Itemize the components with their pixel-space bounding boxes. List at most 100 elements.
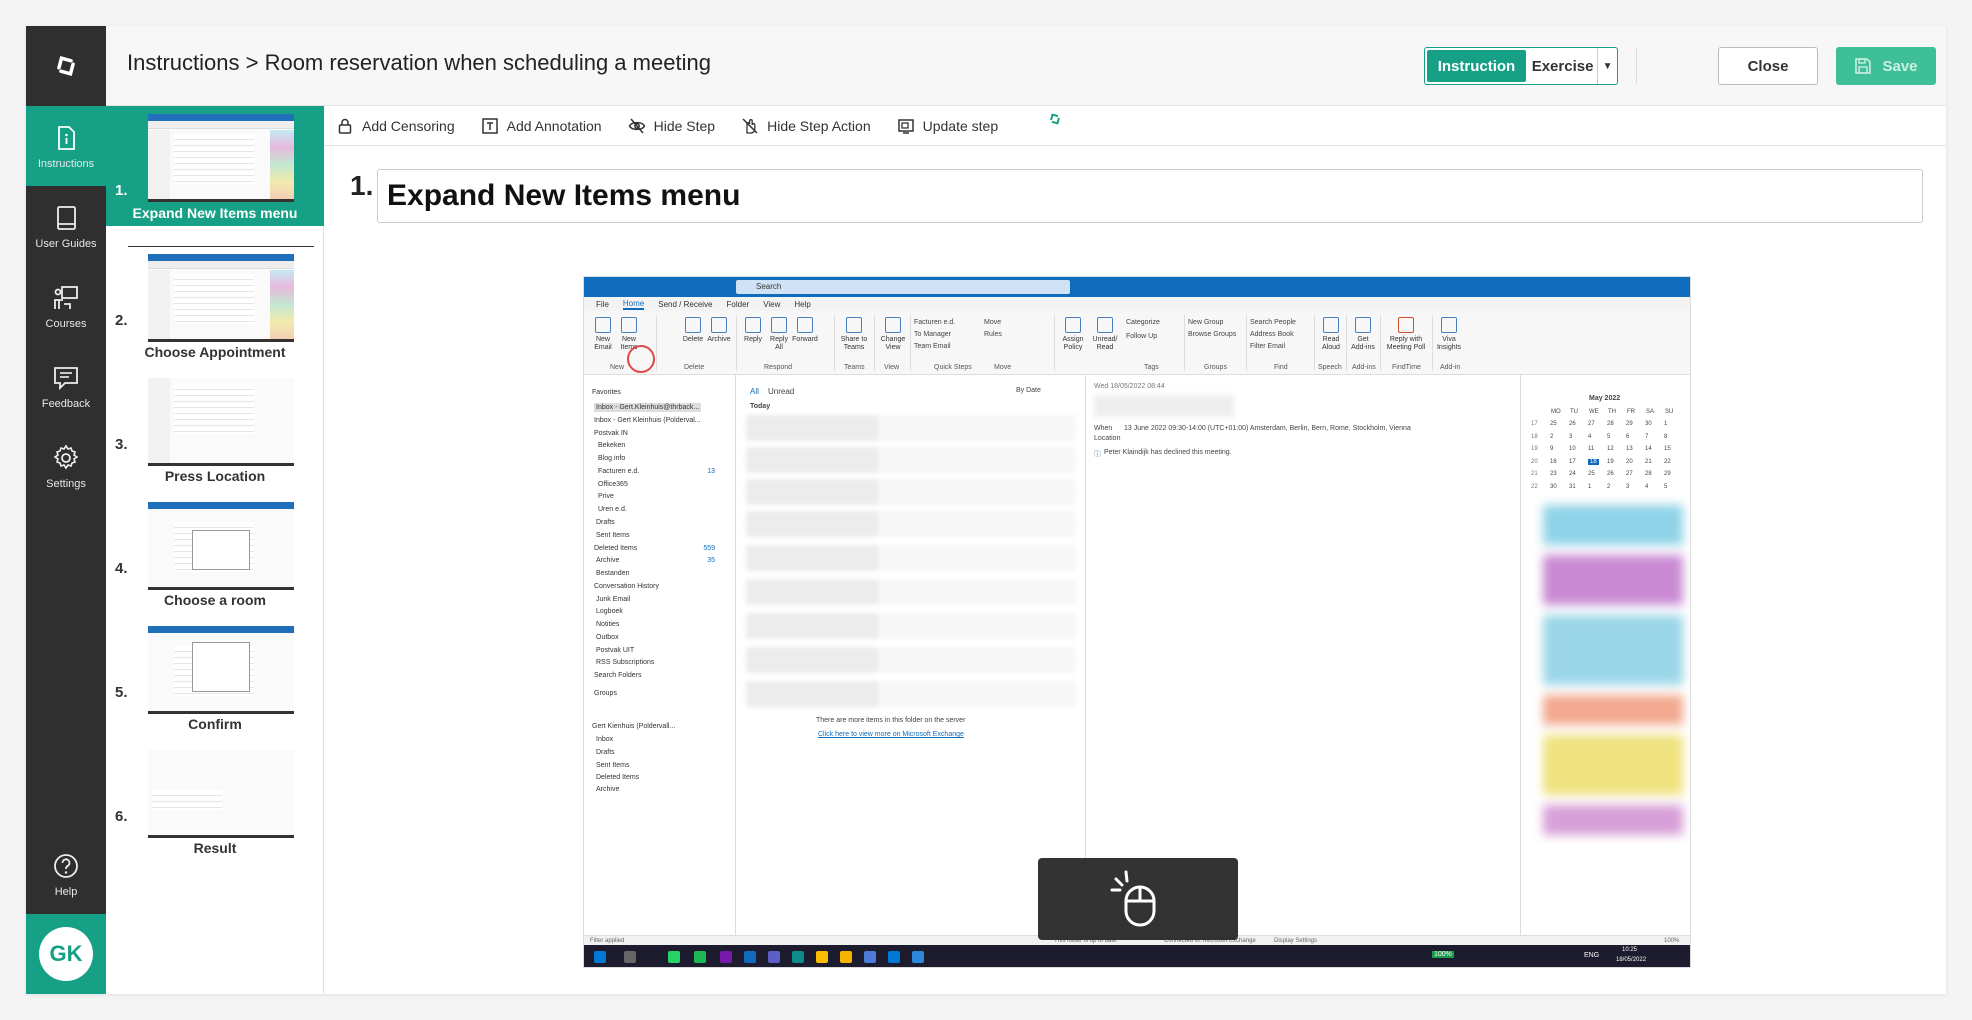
calendar-day[interactable]: 13 <box>1626 446 1633 452</box>
calendar-day[interactable]: 17 <box>1569 459 1576 465</box>
rail-item-courses[interactable]: Courses <box>26 266 106 346</box>
calendar-day[interactable]: 5 <box>1664 484 1667 490</box>
calendar-day[interactable]: 27 <box>1626 471 1633 477</box>
step-number: 3. <box>115 436 128 453</box>
calendar-day[interactable]: 31 <box>1569 484 1576 490</box>
rail-item-label: User Guides <box>35 237 97 250</box>
calendar-day[interactable]: 25 <box>1550 421 1557 427</box>
hide-step-label: Hide Step <box>653 117 716 134</box>
ribbon-button: Get Add-ins <box>1350 317 1376 352</box>
step-item-6[interactable]: 6. Result <box>106 750 324 870</box>
calendar-day[interactable]: 30 <box>1645 421 1652 427</box>
eye-off-icon <box>628 118 645 133</box>
help-icon <box>54 853 78 878</box>
calendar-day[interactable]: 3 <box>1569 434 1572 440</box>
calendar-day[interactable]: 8 <box>1664 434 1667 440</box>
calendar-day[interactable]: 27 <box>1588 421 1595 427</box>
outlook-tab: File <box>596 299 609 309</box>
mode-exercise-button[interactable]: Exercise <box>1528 48 1597 84</box>
ribbon-group: New <box>610 364 625 371</box>
calendar-day[interactable]: 26 <box>1569 421 1576 427</box>
calendar-day[interactable]: 15 <box>1664 446 1671 452</box>
step-title-input[interactable]: Expand New Items menu <box>377 169 1923 223</box>
ribbon-button: New Group <box>1188 319 1224 326</box>
ribbon-group: Tags <box>1144 364 1159 371</box>
mode-instruction-button[interactable]: Instruction <box>1427 50 1526 82</box>
calendar-day[interactable]: 12 <box>1607 446 1614 452</box>
calendar-day[interactable]: 28 <box>1645 471 1652 477</box>
step-item-2[interactable]: 2. Choose Appointment <box>106 254 324 374</box>
step-item-4[interactable]: 4. Choose a room <box>106 502 324 622</box>
add-censoring-button[interactable]: Add Censoring <box>336 117 455 135</box>
calendar-day[interactable]: 23 <box>1550 471 1557 477</box>
rail-item-help[interactable]: Help <box>26 834 106 914</box>
ribbon-group: Add-ins <box>1352 364 1376 371</box>
avatar-area[interactable]: GK <box>26 914 106 994</box>
step-item-5[interactable]: 5. Confirm <box>106 626 324 746</box>
quick-step: Facturen e.d. <box>914 319 956 326</box>
ribbon-group: FindTime <box>1392 364 1421 371</box>
calendar-day[interactable]: 28 <box>1607 421 1614 427</box>
save-button[interactable]: Save <box>1836 47 1936 85</box>
annotation-icon <box>481 117 498 134</box>
calendar-day[interactable]: 3 <box>1626 484 1629 490</box>
ribbon-group: Move <box>994 364 1012 371</box>
calendar-week-number: 20 <box>1531 458 1538 465</box>
quick-step: Team Email <box>914 343 951 350</box>
calendar-day[interactable]: 9 <box>1550 446 1553 452</box>
calendar-week-number: 22 <box>1531 483 1538 490</box>
calendar-day[interactable]: 4 <box>1588 434 1591 440</box>
avatar[interactable]: GK <box>39 927 93 981</box>
calendar-day[interactable]: 26 <box>1607 471 1614 477</box>
rail-item-label: Instructions <box>37 157 95 170</box>
calendar-day[interactable]: 7 <box>1645 434 1648 440</box>
ribbon-button: Change View <box>880 317 906 352</box>
rail-item-instructions[interactable]: Instructions <box>26 106 106 186</box>
calendar-day[interactable]: 1 <box>1588 484 1591 490</box>
rail-item-settings[interactable]: Settings <box>26 426 106 506</box>
calendar-day[interactable]: 30 <box>1550 484 1557 490</box>
calendar-day[interactable]: 22 <box>1664 459 1671 465</box>
calendar-day[interactable]: 24 <box>1569 471 1576 477</box>
calendar-day[interactable]: 20 <box>1626 459 1633 465</box>
calendar-day[interactable]: 21 <box>1645 459 1652 465</box>
calendar-day[interactable]: 1 <box>1664 421 1667 427</box>
close-button[interactable]: Close <box>1718 47 1818 85</box>
rail-item-feedback[interactable]: Feedback <box>26 346 106 426</box>
calendar-day[interactable]: 16 <box>1550 459 1557 465</box>
calendar-day[interactable]: 5 <box>1607 434 1610 440</box>
calendar-day-header: WE <box>1589 409 1599 415</box>
outlook-calendar-pane: May 2022 MO TU WE TH FR SA SU 17 25 26 27 28 29 30 1 1… <box>1520 375 1690 935</box>
step-thumbnail <box>148 378 294 466</box>
ribbon-button: Browse Groups <box>1188 331 1237 338</box>
calendar-day[interactable]: 2 <box>1550 434 1553 440</box>
ribbon-button: Reply All <box>766 317 792 352</box>
calendar-day[interactable]: 14 <box>1645 446 1652 452</box>
hide-step-button[interactable]: Hide Step <box>628 117 715 135</box>
rail-item-user-guides[interactable]: User Guides <box>26 186 106 266</box>
ribbon-group: Teams <box>844 364 865 371</box>
calendar-day[interactable]: 10 <box>1569 446 1576 452</box>
calendar-day[interactable]: 19 <box>1607 459 1614 465</box>
step-item-1[interactable]: 1. Expand New Items menu <box>106 106 324 226</box>
add-annotation-button[interactable]: Add Annotation <box>481 117 602 135</box>
hide-step-action-button[interactable]: Hide Step Action <box>741 117 871 135</box>
step-heading: 1. <box>350 170 378 202</box>
mode-toggle[interactable]: Instruction Exercise ▼ <box>1424 47 1618 85</box>
chevron-down-icon[interactable]: ▼ <box>1597 48 1617 84</box>
calendar-day[interactable]: 18 <box>1588 458 1599 465</box>
calendar-day[interactable]: 29 <box>1626 421 1633 427</box>
calendar-day[interactable]: 6 <box>1626 434 1629 440</box>
calendar-day-header: SA <box>1646 409 1655 415</box>
header: Instructions > Room reservation when sch… <box>106 26 1946 106</box>
calendar-day[interactable]: 4 <box>1645 484 1648 490</box>
calendar-day[interactable]: 25 <box>1588 471 1595 477</box>
calendar-day[interactable]: 29 <box>1664 471 1671 477</box>
calendar-day[interactable]: 11 <box>1588 446 1594 452</box>
update-step-button[interactable]: Update step <box>897 117 998 135</box>
app-logo-icon[interactable] <box>26 26 106 106</box>
step-item-3[interactable]: 3. Press Location <box>106 378 324 498</box>
step-thumbnail <box>148 626 294 714</box>
calendar-day[interactable]: 2 <box>1607 484 1610 490</box>
ribbon-group: View <box>884 364 900 371</box>
